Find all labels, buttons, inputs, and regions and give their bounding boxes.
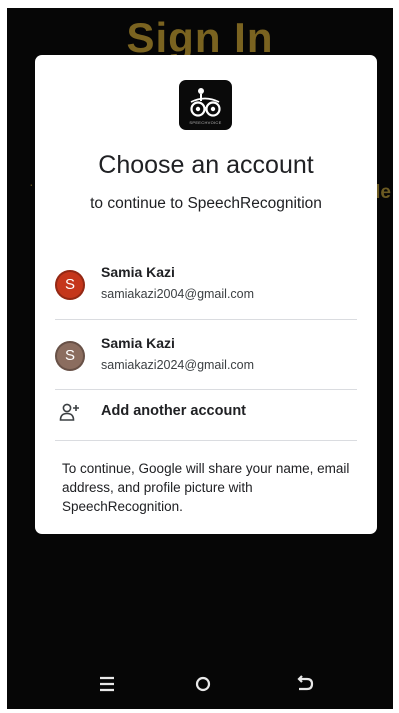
privacy-notice: To continue, Google will share your name… (62, 461, 350, 514)
phone-screen: Sign In · le SPEECHVOICE Choose an accou… (7, 8, 393, 709)
account-chooser-dialog: SPEECHVOICE Choose an account to continu… (35, 55, 377, 534)
background-edge-text-right: le (375, 182, 391, 203)
account-name: Samia Kazi (101, 335, 175, 351)
dialog-subtitle: to continue to SpeechRecognition (90, 195, 322, 212)
background-edge-text-left: · (29, 176, 34, 192)
app-logo: SPEECHVOICE (179, 80, 232, 130)
account-name: Samia Kazi (101, 264, 175, 280)
system-navigation-bar (7, 659, 393, 709)
home-icon (195, 676, 211, 692)
add-account-label: Add another account (101, 403, 247, 419)
recent-apps-button[interactable] (87, 669, 127, 699)
recent-apps-icon (100, 676, 114, 692)
back-button[interactable] (285, 669, 325, 699)
account-email: samiakazi2004@gmail.com (101, 287, 255, 301)
account-item-2[interactable]: S Samia Kazi samiakazi2024@gmail.com (35, 324, 377, 394)
account-avatar: S (55, 341, 85, 371)
account-divider-3 (55, 440, 357, 441)
account-email: samiakazi2024@gmail.com (101, 358, 255, 372)
home-button[interactable] (183, 669, 223, 699)
add-person-icon (59, 403, 79, 421)
back-icon (297, 675, 314, 691)
app-logo-caption: SPEECHVOICE (189, 120, 222, 125)
account-avatar: S (55, 270, 85, 300)
add-another-account-button[interactable]: Add another account (35, 390, 377, 434)
account-divider-1 (55, 319, 357, 320)
dialog-title: Choose an account (98, 151, 314, 179)
account-item-1[interactable]: S Samia Kazi samiakazi2004@gmail.com (35, 253, 377, 323)
